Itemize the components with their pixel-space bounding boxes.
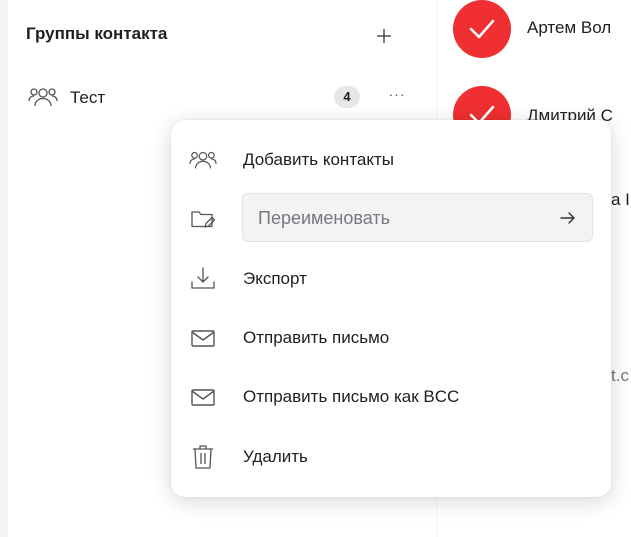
menu-item-export[interactable]: Экспорт: [171, 255, 611, 301]
contact-item[interactable]: Артем Вол: [453, 0, 631, 60]
rename-input[interactable]: Переименовать: [242, 193, 593, 242]
menu-item-send-email[interactable]: Отправить письмо: [171, 314, 611, 360]
rename-placeholder: Переименовать: [258, 208, 390, 228]
menu-item-label: Экспорт: [243, 269, 307, 288]
menu-item-send-email-bcc[interactable]: Отправить письмо как BCC: [171, 373, 611, 419]
group-more-button[interactable]: ···: [382, 82, 412, 112]
groups-title: Группы контакта: [26, 24, 168, 43]
plus-icon: [377, 29, 391, 43]
mail-icon: [191, 330, 215, 347]
contact-selected-avatar[interactable]: [453, 0, 511, 58]
menu-item-label: Удалить: [243, 447, 308, 466]
download-icon: [191, 267, 215, 289]
group-count-badge: 4: [334, 86, 360, 108]
contact-name: Артем Вол: [527, 18, 612, 37]
menu-item-label: Добавить контакты: [243, 150, 395, 169]
group-context-menu: Добавить контакты Переименовать Экспорт: [171, 120, 611, 497]
group-name: Тест: [70, 88, 106, 107]
menu-item-label: Отправить письмо: [243, 328, 390, 347]
arrow-right-icon[interactable]: [559, 209, 577, 227]
group-row-test[interactable]: Тест 4 ···: [16, 78, 426, 116]
users-icon: [28, 88, 58, 107]
contact-partial-text: а I: [611, 190, 630, 209]
contact-partial-email: t.c: [611, 366, 629, 385]
menu-item-delete[interactable]: Удалить: [171, 433, 611, 479]
mail-icon: [191, 389, 215, 406]
add-group-button[interactable]: [368, 20, 400, 52]
check-icon: [469, 19, 495, 39]
trash-icon: [193, 445, 213, 469]
folder-edit-icon: [191, 211, 216, 228]
menu-item-add-contacts[interactable]: Добавить контакты: [171, 136, 611, 182]
users-icon: [189, 151, 217, 169]
menu-item-label: Отправить письмо как BCC: [243, 387, 460, 406]
